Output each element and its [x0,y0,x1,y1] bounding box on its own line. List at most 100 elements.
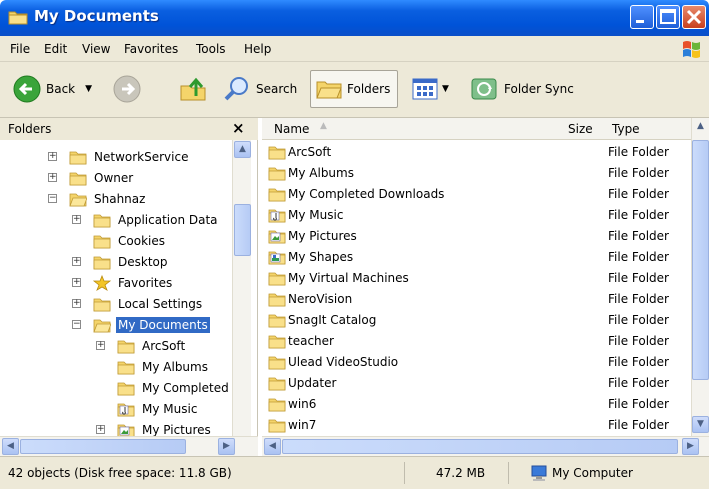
file-row[interactable]: win6 File Folder [262,394,691,415]
tree-item[interactable]: + Application Data [72,209,220,230]
menu-file[interactable]: File [10,42,30,56]
collapse-icon[interactable]: − [48,194,57,203]
tree-item-label: My Documents [116,316,210,333]
file-row[interactable]: My Pictures File Folder [262,226,691,247]
expand-icon[interactable]: + [72,278,81,287]
tree-item-label: My Albums [142,359,208,374]
tree-item[interactable]: My Completed Di [96,377,247,398]
menu-favorites[interactable]: Favorites [124,42,178,56]
toolbar: Back ▼ Search Folders ▼ Folder Sync [0,62,709,118]
tree-item-label: ArcSoft [142,338,186,353]
list-vertical-scrollbar[interactable]: ▲ ▼ [691,118,709,436]
tree-item[interactable]: − My Documents [72,314,210,335]
search-label: Search [256,82,298,96]
column-name[interactable]: Name [274,122,309,136]
tree-scroll-up-icon[interactable]: ▲ [234,141,251,158]
list-scroll-right-icon[interactable]: ▶ [682,438,699,455]
status-divider [404,462,405,484]
menu-help[interactable]: Help [244,42,271,56]
file-row[interactable]: teacher File Folder [262,331,691,352]
tree-item-label: Favorites [118,275,173,290]
file-row[interactable]: Updater File Folder [262,373,691,394]
folder-icon [268,272,286,286]
list-hscroll-thumb[interactable] [282,439,678,454]
file-row[interactable]: Ulead VideoStudio File Folder [262,352,691,373]
up-folder-button[interactable] [178,70,208,108]
views-button[interactable]: ▼ [412,70,449,108]
forward-arrow-icon [113,75,141,103]
file-type: File Folder [608,418,669,432]
tree-item[interactable]: − Shahnaz [48,188,147,209]
search-button[interactable]: Search [222,70,297,108]
folder-icon [268,293,286,307]
file-row[interactable]: NeroVision File Folder [262,289,691,310]
tree-scroll-thumb[interactable] [234,204,251,256]
file-name: win7 [288,418,317,432]
menu-tools[interactable]: Tools [196,42,226,56]
views-dropdown-icon[interactable]: ▼ [442,84,449,94]
file-name: My Virtual Machines [288,271,409,285]
tree-scroll-left-icon[interactable]: ◀ [2,438,19,455]
file-row[interactable]: My Shapes File Folder [262,247,691,268]
file-row[interactable]: ArcSoft File Folder [262,142,691,163]
up-folder-icon [180,77,206,101]
list-scroll-up-icon[interactable]: ▲ [692,118,709,135]
column-type[interactable]: Type [612,122,640,136]
tree-item[interactable]: + NetworkService [48,146,190,167]
collapse-icon[interactable]: − [72,320,81,329]
tree-item[interactable]: Cookies [72,230,167,251]
file-row[interactable]: My Virtual Machines File Folder [262,268,691,289]
menu-view[interactable]: View [82,42,110,56]
tree-item[interactable]: + Favorites [72,272,174,293]
folders-button[interactable]: Folders [310,70,398,108]
tree-item[interactable]: + Desktop [72,251,170,272]
list-scroll-thumb[interactable] [692,140,709,380]
tree-item[interactable]: + Local Settings [72,293,204,314]
forward-button[interactable] [112,70,142,108]
tree-item-label: NetworkService [94,149,189,164]
expand-icon[interactable]: + [96,425,105,434]
tree-item[interactable]: My Music [96,398,199,419]
tree-scroll-right-icon[interactable]: ▶ [218,438,235,455]
file-row[interactable]: SnagIt Catalog File Folder [262,310,691,331]
back-dropdown-icon[interactable]: ▼ [85,84,92,94]
tree-item[interactable]: + My Pictures [96,419,213,436]
file-row[interactable]: My Albums File Folder [262,163,691,184]
tree-vertical-scrollbar[interactable]: ▲ [232,140,251,436]
minimize-button[interactable] [630,5,654,29]
tree-horizontal-scrollbar[interactable]: ◀ ▶ [0,436,258,456]
expand-icon[interactable]: + [48,152,57,161]
tree-item-label: Shahnaz [94,191,146,206]
file-row[interactable]: My Completed Downloads File Folder [262,184,691,205]
file-type: File Folder [608,208,669,222]
folder-icon [93,214,111,227]
folder-icon [268,356,286,370]
file-name: My Pictures [288,229,357,243]
expand-icon[interactable]: + [48,173,57,182]
tree-item[interactable]: + Owner [48,167,135,188]
back-button[interactable]: Back ▼ [12,70,92,108]
close-button[interactable] [682,5,706,29]
menu-edit[interactable]: Edit [44,42,67,56]
title-bar[interactable]: My Documents [0,0,709,36]
file-row[interactable]: My Music File Folder [262,205,691,226]
file-row[interactable]: win7 File Folder [262,415,691,436]
expand-icon[interactable]: + [72,299,81,308]
my-computer-icon [531,465,547,481]
list-scroll-down-icon[interactable]: ▼ [692,416,709,433]
maximize-button[interactable] [656,5,680,29]
folders-pane-close-icon[interactable]: × [232,119,245,137]
expand-icon[interactable]: + [72,215,81,224]
tree-hscroll-thumb[interactable] [20,439,186,454]
folder-icon [268,377,286,391]
tree-item-label: My Pictures [142,422,211,437]
folder-sync-button[interactable]: Folder Sync [470,70,574,108]
expand-icon[interactable]: + [96,341,105,350]
column-size[interactable]: Size [568,122,593,136]
tree-item[interactable]: My Albums [96,356,210,377]
file-name: My Completed Downloads [288,187,445,201]
tree-item[interactable]: + ArcSoft [96,335,187,356]
list-horizontal-scrollbar[interactable]: ◀ ▶ [262,436,709,456]
list-scroll-left-icon[interactable]: ◀ [264,438,281,455]
expand-icon[interactable]: + [72,257,81,266]
